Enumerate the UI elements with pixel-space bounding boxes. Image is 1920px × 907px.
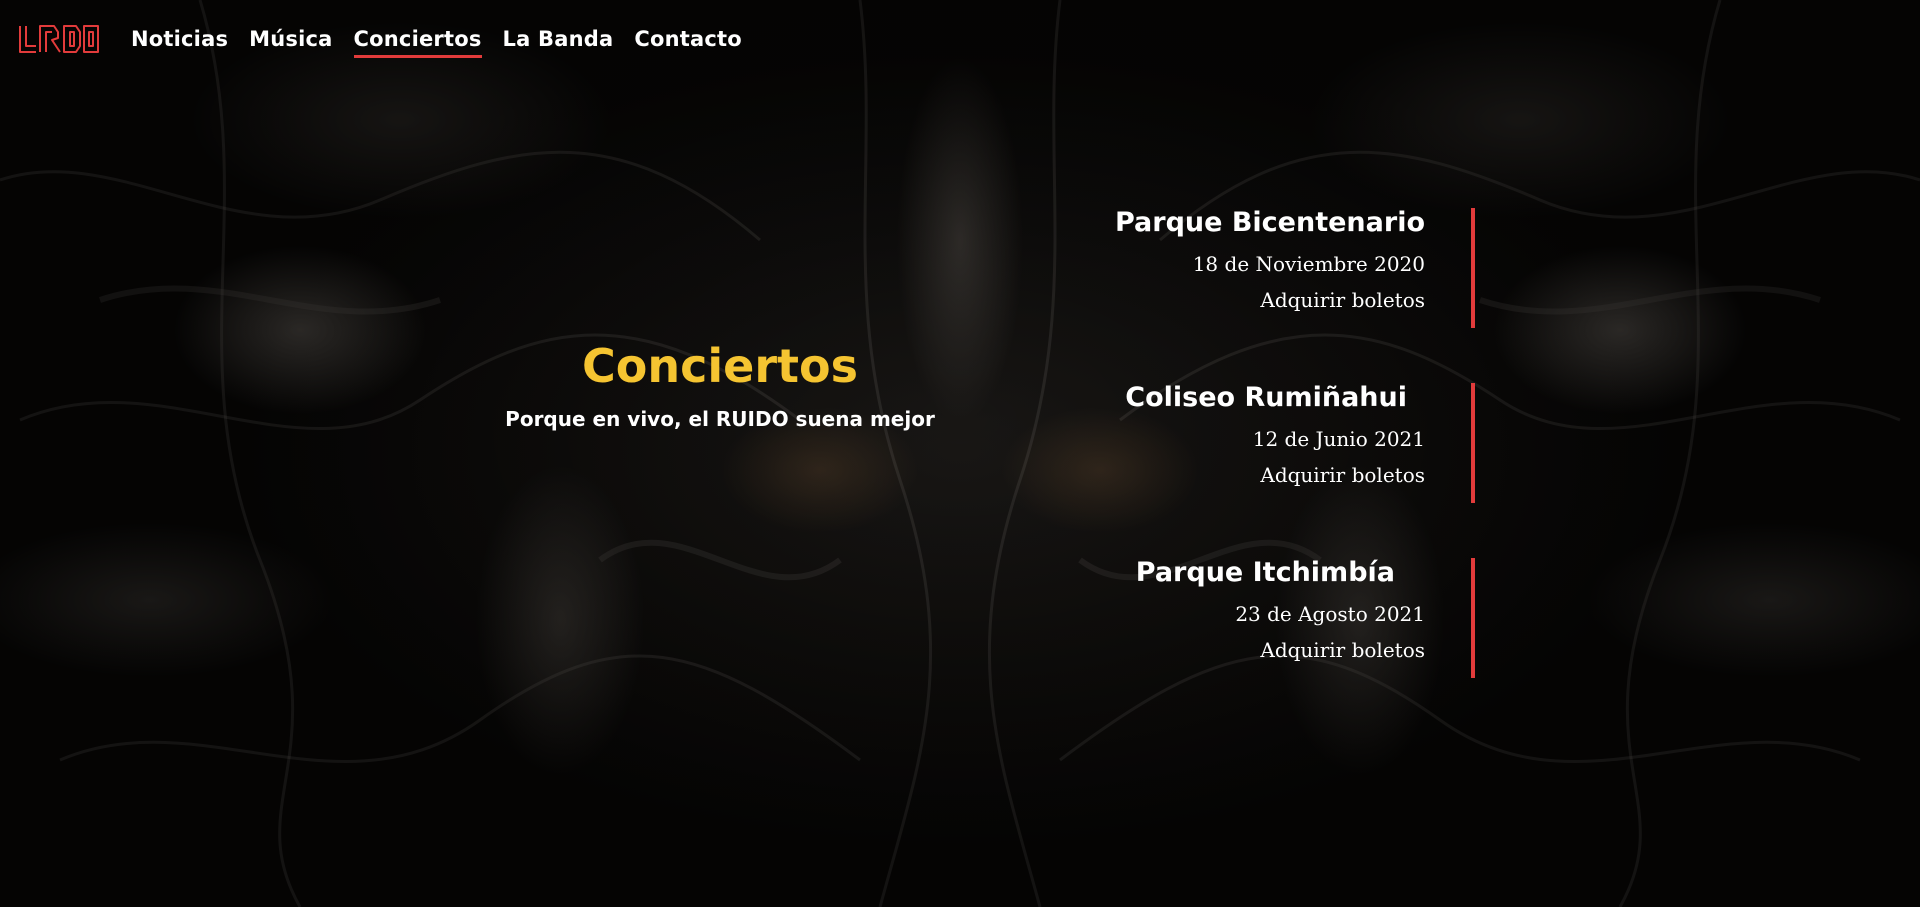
buy-tickets-link[interactable]: Adquirir boletos	[1260, 288, 1425, 312]
concert-date: 18 de Noviembre 2020	[1192, 251, 1425, 276]
background-texture	[0, 0, 1920, 907]
nav-item-noticias[interactable]: Noticias	[131, 27, 228, 58]
concert-venue: Coliseo Rumiñahui	[1125, 382, 1407, 413]
concert-item: Parque Itchimbía 23 de Agosto 2021 Adqui…	[1040, 558, 1475, 678]
nav-item-musica[interactable]: Música	[249, 27, 332, 58]
buy-tickets-link[interactable]: Adquirir boletos	[1260, 463, 1425, 487]
concert-venue: Parque Itchimbía	[1135, 557, 1395, 588]
nav-item-conciertos[interactable]: Conciertos	[353, 27, 482, 58]
main-nav: Noticias Música Conciertos La Banda Cont…	[131, 27, 742, 58]
band-logo[interactable]	[18, 24, 100, 54]
site-header: Noticias Música Conciertos La Banda Cont…	[0, 0, 1920, 80]
concert-item: Parque Bicentenario 18 de Noviembre 2020…	[1040, 208, 1475, 328]
nav-item-la-banda[interactable]: La Banda	[503, 27, 614, 58]
buy-tickets-link[interactable]: Adquirir boletos	[1260, 638, 1425, 662]
concert-date: 23 de Agosto 2021	[1235, 601, 1425, 626]
page-title: Conciertos	[582, 339, 858, 393]
nav-item-contacto[interactable]: Contacto	[634, 27, 742, 58]
concert-list: Parque Bicentenario 18 de Noviembre 2020…	[1040, 208, 1475, 733]
concert-date: 12 de Junio 2021	[1252, 426, 1425, 451]
page-subtitle: Porque en vivo, el RUIDO suena mejor	[505, 406, 935, 431]
concert-item: Coliseo Rumiñahui 12 de Junio 2021 Adqui…	[1040, 383, 1475, 503]
hero-section: Conciertos Porque en vivo, el RUIDO suen…	[480, 340, 960, 431]
concert-venue: Parque Bicentenario	[1114, 207, 1425, 238]
